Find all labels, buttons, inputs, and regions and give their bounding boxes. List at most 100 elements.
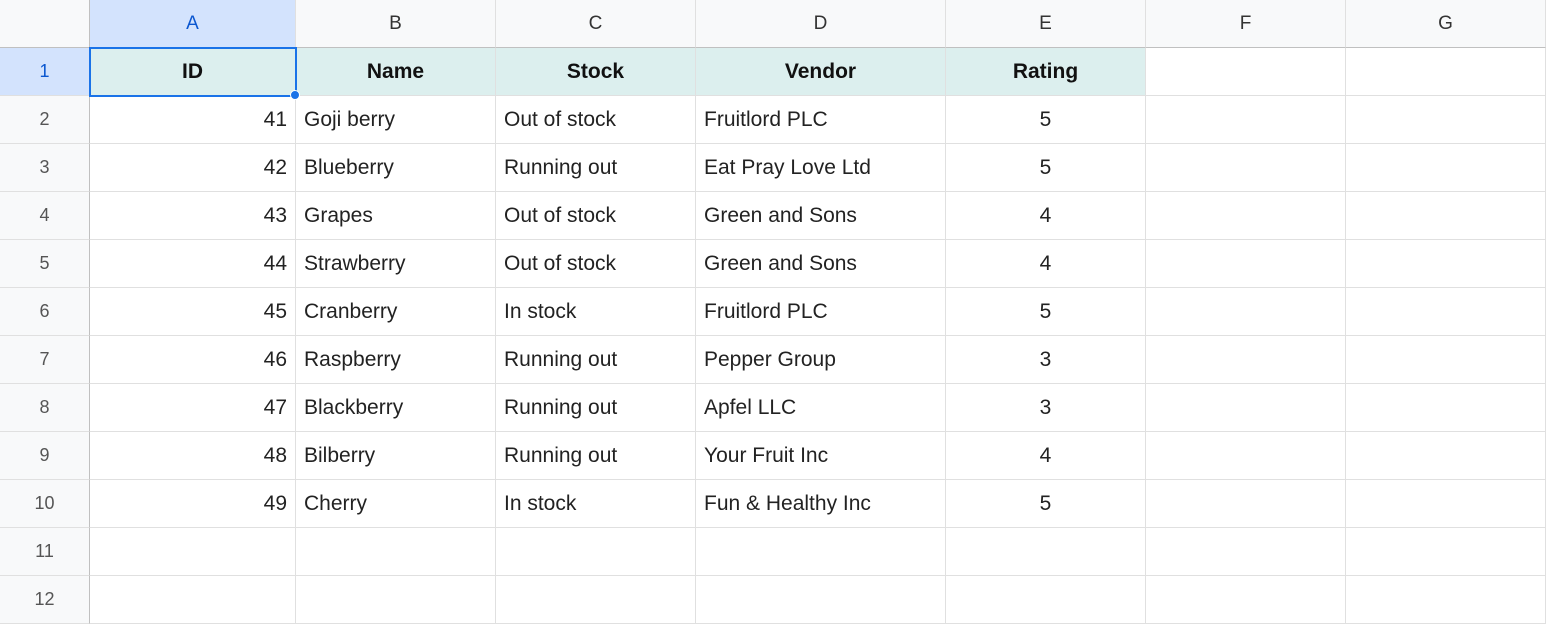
cell-D2[interactable]: Fruitlord PLC (696, 96, 946, 144)
cell-F2[interactable] (1146, 96, 1346, 144)
cell-E4[interactable]: 4 (946, 192, 1146, 240)
cell-C4[interactable]: Out of stock (496, 192, 696, 240)
row-header-2[interactable]: 2 (0, 96, 90, 144)
cell-D1[interactable]: Vendor (696, 48, 946, 96)
cell-C1[interactable]: Stock (496, 48, 696, 96)
cell-E7[interactable]: 3 (946, 336, 1146, 384)
row-header-6[interactable]: 6 (0, 288, 90, 336)
cell-A7[interactable]: 46 (90, 336, 296, 384)
cell-C9[interactable]: Running out (496, 432, 696, 480)
cell-D12[interactable] (696, 576, 946, 624)
column-header-E[interactable]: E (946, 0, 1146, 48)
row-header-5[interactable]: 5 (0, 240, 90, 288)
cell-D11[interactable] (696, 528, 946, 576)
column-header-F[interactable]: F (1146, 0, 1346, 48)
cell-D8[interactable]: Apfel LLC (696, 384, 946, 432)
cell-D3[interactable]: Eat Pray Love Ltd (696, 144, 946, 192)
row-header-9[interactable]: 9 (0, 432, 90, 480)
cell-E1[interactable]: Rating (946, 48, 1146, 96)
cell-G2[interactable] (1346, 96, 1546, 144)
cell-G1[interactable] (1346, 48, 1546, 96)
cell-C6[interactable]: In stock (496, 288, 696, 336)
cell-F3[interactable] (1146, 144, 1346, 192)
cell-B4[interactable]: Grapes (296, 192, 496, 240)
cell-E6[interactable]: 5 (946, 288, 1146, 336)
cell-F6[interactable] (1146, 288, 1346, 336)
column-header-D[interactable]: D (696, 0, 946, 48)
cell-E10[interactable]: 5 (946, 480, 1146, 528)
cell-G6[interactable] (1346, 288, 1546, 336)
cell-E5[interactable]: 4 (946, 240, 1146, 288)
cell-D4[interactable]: Green and Sons (696, 192, 946, 240)
cell-F11[interactable] (1146, 528, 1346, 576)
column-header-B[interactable]: B (296, 0, 496, 48)
cell-A11[interactable] (90, 528, 296, 576)
cell-G10[interactable] (1346, 480, 1546, 528)
cell-F8[interactable] (1146, 384, 1346, 432)
cell-G4[interactable] (1346, 192, 1546, 240)
row-header-7[interactable]: 7 (0, 336, 90, 384)
cell-C2[interactable]: Out of stock (496, 96, 696, 144)
cell-A2[interactable]: 41 (90, 96, 296, 144)
cell-B10[interactable]: Cherry (296, 480, 496, 528)
cell-G9[interactable] (1346, 432, 1546, 480)
cell-B11[interactable] (296, 528, 496, 576)
cell-F7[interactable] (1146, 336, 1346, 384)
column-header-G[interactable]: G (1346, 0, 1546, 48)
cell-G11[interactable] (1346, 528, 1546, 576)
cell-E11[interactable] (946, 528, 1146, 576)
cell-A5[interactable]: 44 (90, 240, 296, 288)
cell-A9[interactable]: 48 (90, 432, 296, 480)
row-header-4[interactable]: 4 (0, 192, 90, 240)
cell-C7[interactable]: Running out (496, 336, 696, 384)
cell-D10[interactable]: Fun & Healthy Inc (696, 480, 946, 528)
cell-C10[interactable]: In stock (496, 480, 696, 528)
cell-C12[interactable] (496, 576, 696, 624)
spreadsheet-grid[interactable]: ABCDEFG1IDNameStockVendorRating241Goji b… (0, 0, 1550, 624)
cell-G12[interactable] (1346, 576, 1546, 624)
cell-A4[interactable]: 43 (90, 192, 296, 240)
cell-E8[interactable]: 3 (946, 384, 1146, 432)
cell-A12[interactable] (90, 576, 296, 624)
selection-handle[interactable] (290, 90, 300, 100)
column-header-A[interactable]: A (90, 0, 296, 48)
cell-B8[interactable]: Blackberry (296, 384, 496, 432)
cell-A3[interactable]: 42 (90, 144, 296, 192)
cell-F10[interactable] (1146, 480, 1346, 528)
cell-G5[interactable] (1346, 240, 1546, 288)
cell-D7[interactable]: Pepper Group (696, 336, 946, 384)
cell-B6[interactable]: Cranberry (296, 288, 496, 336)
row-header-8[interactable]: 8 (0, 384, 90, 432)
cell-C3[interactable]: Running out (496, 144, 696, 192)
row-header-12[interactable]: 12 (0, 576, 90, 624)
cell-B2[interactable]: Goji berry (296, 96, 496, 144)
cell-F12[interactable] (1146, 576, 1346, 624)
cell-C11[interactable] (496, 528, 696, 576)
cell-G7[interactable] (1346, 336, 1546, 384)
cell-F4[interactable] (1146, 192, 1346, 240)
cell-B1[interactable]: Name (296, 48, 496, 96)
cell-B9[interactable]: Bilberry (296, 432, 496, 480)
cell-B12[interactable] (296, 576, 496, 624)
row-header-1[interactable]: 1 (0, 48, 90, 96)
cell-B5[interactable]: Strawberry (296, 240, 496, 288)
cell-B3[interactable]: Blueberry (296, 144, 496, 192)
cell-G3[interactable] (1346, 144, 1546, 192)
cell-G8[interactable] (1346, 384, 1546, 432)
cell-F5[interactable] (1146, 240, 1346, 288)
cell-E9[interactable]: 4 (946, 432, 1146, 480)
cell-A10[interactable]: 49 (90, 480, 296, 528)
cell-A1[interactable]: ID (90, 48, 296, 96)
row-header-11[interactable]: 11 (0, 528, 90, 576)
cell-E3[interactable]: 5 (946, 144, 1146, 192)
cell-B7[interactable]: Raspberry (296, 336, 496, 384)
cell-F9[interactable] (1146, 432, 1346, 480)
cell-E2[interactable]: 5 (946, 96, 1146, 144)
cell-A6[interactable]: 45 (90, 288, 296, 336)
cell-C5[interactable]: Out of stock (496, 240, 696, 288)
cell-E12[interactable] (946, 576, 1146, 624)
cell-C8[interactable]: Running out (496, 384, 696, 432)
cell-D5[interactable]: Green and Sons (696, 240, 946, 288)
cell-F1[interactable] (1146, 48, 1346, 96)
row-header-3[interactable]: 3 (0, 144, 90, 192)
